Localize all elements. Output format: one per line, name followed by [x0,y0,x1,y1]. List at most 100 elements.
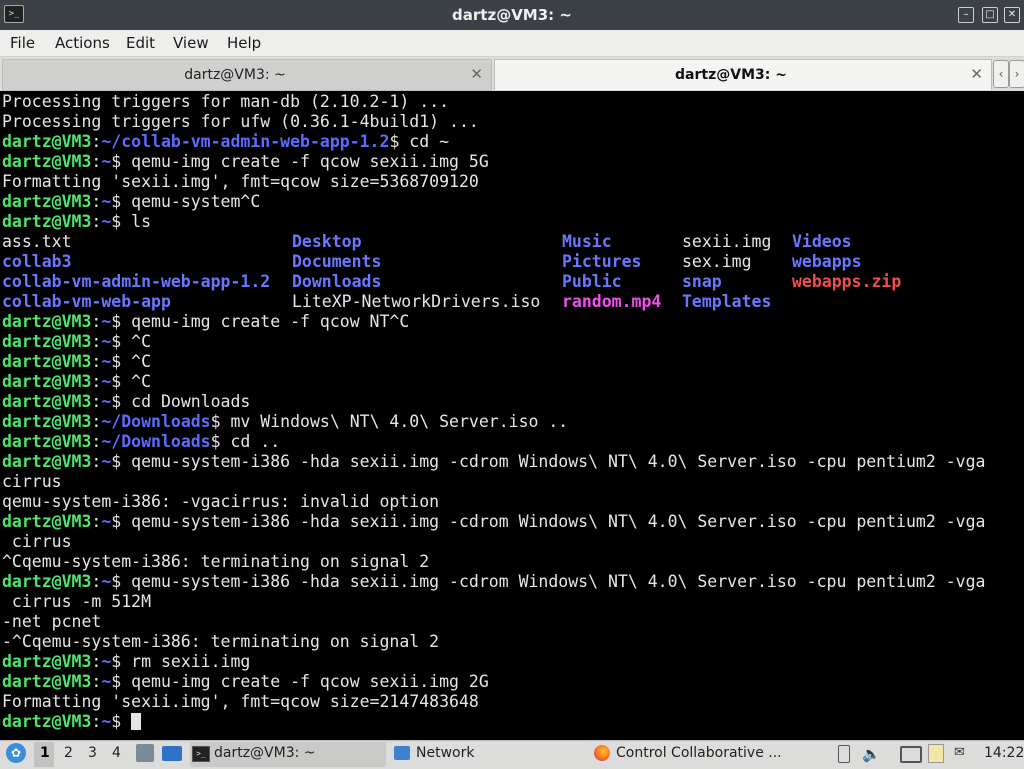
taskbar-task-network[interactable]: Network [392,742,588,767]
terminal-text: ^Cqemu-system-i386: terminating on signa… [2,552,430,571]
menu-file[interactable]: File [10,34,35,52]
prompt-user: dartz@VM3 [2,192,92,211]
terminal-text: : [91,412,102,431]
chevron-left-icon[interactable]: ‹ [993,60,1009,88]
terminal-text: Processing triggers for ufw (0.36.1-4bui… [2,112,479,131]
prompt-user: dartz@VM3 [2,672,92,691]
prompt-path: ~ [101,312,112,331]
terminal-line: dartz@VM3:~$ qemu-system-i386 -hda sexii… [2,452,985,472]
terminal-text: -net pcnet [2,612,102,631]
terminal-line: dartz@VM3:~$ qemu-img create -f qcow sex… [2,152,489,172]
prompt-path: ~/Downloads [101,432,211,451]
prompt-user: dartz@VM3 [2,432,92,451]
prompt-path: ~ [101,332,112,351]
ls-entry: snap [682,272,722,291]
prompt-path: ~/collab-vm-admin-web-app-1.2 [101,132,390,151]
ls-entry: LiteXP-NetworkDrivers.iso [292,292,541,311]
file-manager-launcher-icon[interactable] [136,744,154,762]
ls-entry: collab-vm-web-app [2,292,171,311]
window-titlebar[interactable]: >_ dartz@VM3: ~ – □ ✕ [0,0,1024,30]
notification-icon[interactable]: ✉ [954,745,965,760]
terminal-line: cirrus [2,472,62,492]
tab-label: dartz@VM3: ~ [184,67,286,83]
terminal-line: Processing triggers for man-db (2.10.2-1… [2,92,449,112]
menu-help[interactable]: Help [227,34,261,52]
workspace-3[interactable]: 3 [88,745,97,761]
tab-1[interactable]: dartz@VM3: ~ ✕ [2,59,492,91]
terminal-text: $ qemu-img create -f qcow NT^C [111,312,410,331]
prompt-user: dartz@VM3 [2,212,92,231]
close-icon[interactable]: ✕ [1004,7,1020,23]
terminal-line: -^Cqemu-system-i386: terminating on sign… [2,632,439,652]
workspace-2[interactable]: 2 [64,745,73,761]
ls-entry: Documents [292,252,382,271]
terminal-text: : [91,192,102,211]
minimize-icon[interactable]: – [958,7,974,23]
prompt-path: ~ [101,192,112,211]
terminal-line: Formatting 'sexii.img', fmt=qcow size=53… [2,172,479,192]
clock: 14:22 [984,745,1024,761]
prompt-user: dartz@VM3 [2,412,92,431]
ls-entry: Downloads [292,272,382,291]
terminal-line: dartz@VM3:~$ ^C [2,372,151,392]
prompt-path: ~/Downloads [101,412,211,431]
start-menu-icon[interactable]: ✿ [6,743,26,763]
chevron-right-icon[interactable]: › [1009,60,1024,88]
terminal-icon: >_ [192,746,210,762]
prompt-user: dartz@VM3 [2,352,92,371]
network-icon[interactable] [900,746,922,763]
terminal-text: cirrus [2,472,62,491]
ls-entry: Public [562,272,622,291]
ls-output-row: collab-vm-web-app LiteXP-NetworkDrivers.i… [2,292,1002,312]
terminal-line: dartz@VM3:~$ qemu-system^C [2,192,260,212]
terminal-text: cirrus -m 512M [2,592,152,611]
terminal-text: $ mv Windows\ NT\ 4.0\ Server.iso .. [210,412,569,431]
workspace-4[interactable]: 4 [112,745,121,761]
terminal-cursor[interactable] [131,713,142,730]
prompt-user: dartz@VM3 [2,512,92,531]
terminal-line: cirrus [2,532,72,552]
terminal-text: cirrus [2,532,72,551]
prompt-user: dartz@VM3 [2,392,92,411]
volume-icon[interactable]: 🔈 [862,745,881,763]
terminal-text: : [91,712,102,731]
task-label: Control Collaborative ... [616,745,782,761]
prompt-path: ~ [101,672,112,691]
menu-view[interactable]: View [173,34,209,52]
terminal-text: -^Cqemu-system-i386: terminating on sign… [2,632,440,651]
menu-actions[interactable]: Actions [55,34,110,52]
menu-edit[interactable]: Edit [126,34,155,52]
close-tab-icon[interactable]: ✕ [470,65,483,83]
terminal-text: : [91,432,102,451]
tab-2[interactable]: dartz@VM3: ~ ✕ [494,59,992,90]
prompt-user: dartz@VM3 [2,152,92,171]
notes-icon[interactable] [928,744,944,763]
clipboard-icon[interactable] [838,745,850,763]
terminal-output[interactable]: Processing triggers for man-db (2.10.2-1… [0,91,1024,740]
terminal-text: $ qemu-system-i386 -hda sexii.img -cdrom… [111,512,986,531]
terminal-line: qemu-system-i386: -vgacirrus: invalid op… [2,492,439,512]
ls-entry: Pictures [562,252,642,271]
terminal-text: : [91,212,102,231]
taskbar-task-terminal[interactable]: >_ dartz@VM3: ~ [190,742,386,767]
prompt-path: ~ [101,212,112,231]
prompt-path: ~ [101,512,112,531]
ls-entry: webapps.zip [792,272,902,291]
window-title: dartz@VM3: ~ [452,6,572,24]
ls-entry: Desktop [292,232,362,251]
ls-output-row: collab3 Documents Pictures sex.img webapps [2,252,1002,272]
show-desktop-icon[interactable] [162,746,182,761]
terminal-text: $ ^C [111,352,152,371]
terminal-text: : [91,312,102,331]
prompt-path: ~ [101,372,112,391]
terminal-text: : [91,672,102,691]
prompt-path: ~ [101,352,112,371]
workspace-1[interactable]: 1 [40,745,50,761]
prompt-path: ~ [101,392,112,411]
maximize-icon[interactable]: □ [982,7,998,23]
terminal-text: $ qemu-img create -f qcow sexii.img 2G [111,672,489,691]
close-tab-icon[interactable]: ✕ [970,65,983,83]
taskbar-task-firefox[interactable]: Control Collaborative ... [592,742,828,767]
terminal-line: dartz@VM3:~$ [2,712,142,732]
ls-output-row: ass.txt Desktop Music sexii.img Videos [2,232,1002,252]
